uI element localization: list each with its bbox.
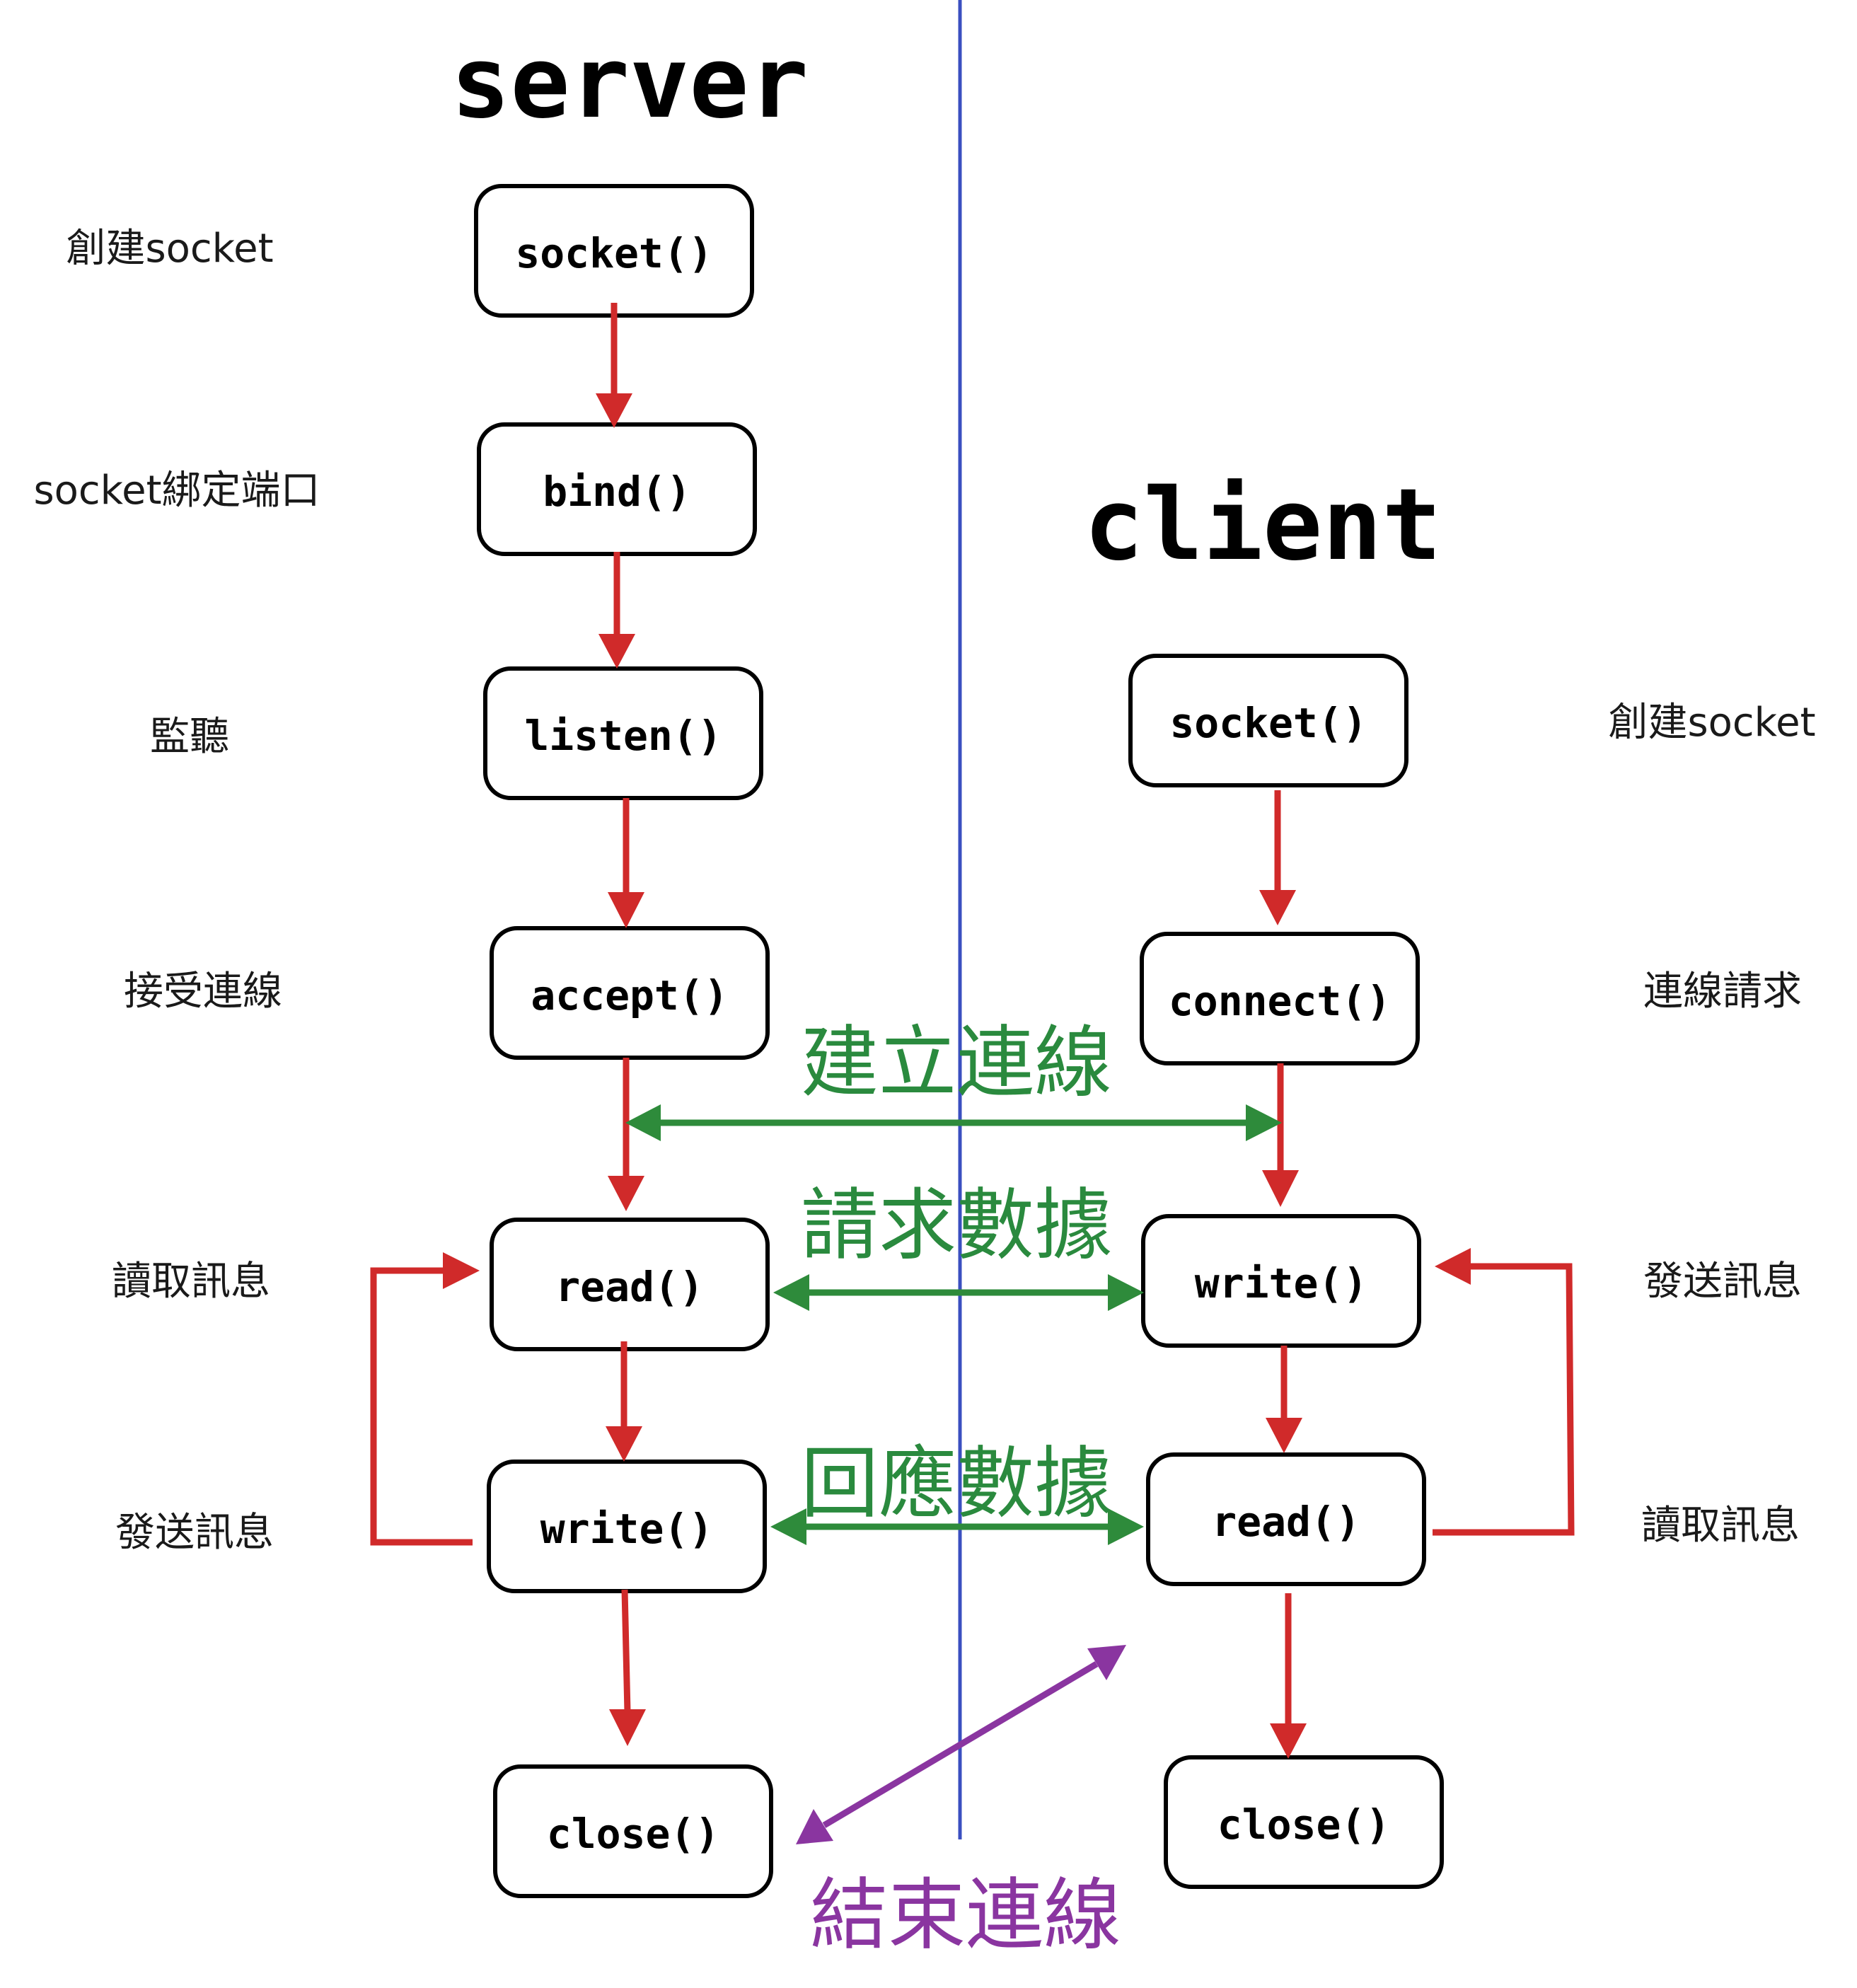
server-listen-label: listen()	[524, 712, 722, 760]
server-note-bind: socket綁定端口	[33, 468, 320, 514]
server-close-label: close()	[547, 1810, 719, 1858]
server-step-accept: accept()	[490, 926, 770, 1060]
server-title: server	[451, 25, 809, 141]
client-note-connect: 連線請求	[1643, 969, 1802, 1015]
server-step-listen: listen()	[483, 666, 763, 800]
server-note-accept: 接受連線	[124, 969, 282, 1015]
client-write-label: write()	[1195, 1259, 1367, 1307]
server-note-socket: 創建socket	[66, 226, 273, 272]
server-read-label: read()	[555, 1263, 704, 1311]
server-note-read: 讀取訊息	[112, 1259, 270, 1305]
client-note-write: 發送訊息	[1643, 1259, 1802, 1305]
client-step-write: write()	[1141, 1214, 1421, 1348]
server-accept-label: accept()	[531, 971, 728, 1019]
client-step-socket: socket()	[1128, 654, 1408, 787]
client-title: client	[1084, 468, 1442, 583]
request-link: 請求數據	[773, 1180, 1144, 1311]
server-write-label: write()	[540, 1505, 713, 1553]
client-close-label: close()	[1217, 1801, 1390, 1849]
server-note-listen: 監聽	[150, 714, 229, 760]
server-socket-label: socket()	[515, 229, 712, 277]
server-note-write: 發送訊息	[115, 1510, 274, 1556]
server-bind-label: bind()	[543, 468, 691, 516]
server-step-write: write()	[487, 1460, 767, 1593]
client-note-socket: 創建socket	[1608, 700, 1815, 746]
server-step-socket: socket()	[474, 184, 754, 318]
client-step-connect: connect()	[1140, 932, 1420, 1065]
client-step-close: close()	[1164, 1755, 1444, 1889]
client-read-label: read()	[1212, 1498, 1360, 1546]
socket-flow-diagram: server client socket() bind() listen() a…	[33, 0, 1816, 1960]
response-link-label: 回應數據	[801, 1438, 1112, 1529]
request-link-label: 請求數據	[801, 1180, 1112, 1271]
client-step-read: read()	[1146, 1452, 1426, 1586]
server-step-close: close()	[493, 1764, 773, 1898]
connect-link-label: 建立連線	[801, 1017, 1112, 1108]
client-note-read: 讀取訊息	[1641, 1503, 1800, 1549]
client-socket-label: socket()	[1169, 699, 1367, 747]
server-step-bind: bind()	[477, 422, 757, 556]
response-link: 回應數據	[770, 1438, 1144, 1545]
close-link-label: 結束連線	[810, 1870, 1121, 1960]
server-step-read: read()	[490, 1218, 770, 1351]
client-connect-label: connect()	[1169, 977, 1391, 1025]
